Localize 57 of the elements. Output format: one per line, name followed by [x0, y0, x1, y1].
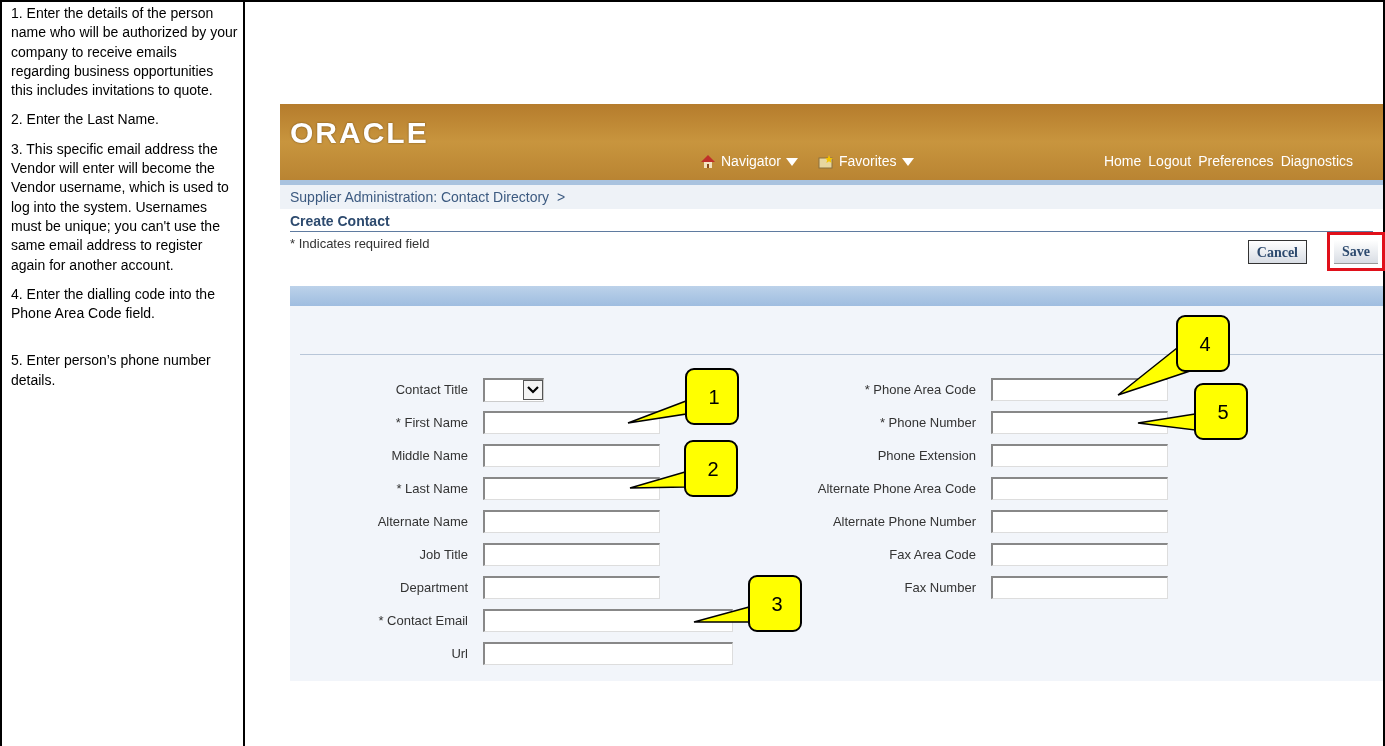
callout-number: 3	[771, 593, 783, 615]
input-field[interactable]	[483, 444, 660, 467]
input-field[interactable]	[991, 510, 1168, 533]
field-label: Alternate Phone Number	[831, 512, 977, 531]
page-title: Create Contact	[290, 212, 391, 231]
field-label: * Last Name	[395, 479, 469, 498]
form-button[interactable]: Cancel	[1247, 240, 1307, 264]
instruction-text: 5. Enter person’s phone number details.	[11, 351, 212, 390]
input-field[interactable]	[483, 642, 733, 665]
header-link[interactable]: Logout	[1148, 151, 1192, 172]
field-label: Job Title	[418, 545, 469, 564]
input-field[interactable]	[483, 543, 660, 566]
required-note: * Indicates required field	[290, 235, 430, 253]
field-label: Fax Area Code	[888, 545, 977, 564]
field-label: * Phone Area Code	[863, 380, 977, 399]
instruction-text: 2. Enter the Last Name.	[11, 110, 160, 130]
form-button[interactable]: Save	[1334, 240, 1378, 264]
caret-icon	[901, 157, 914, 166]
header-link[interactable]: Preferences	[1198, 151, 1274, 172]
input-field[interactable]	[991, 543, 1168, 566]
nav-menu[interactable]: Favorites	[817, 151, 914, 172]
instruction-text: 4. Enter the dialling code into the Phone Area Code field.	[11, 284, 216, 324]
input-field[interactable]	[483, 411, 660, 434]
field-label: * Phone Number	[878, 413, 977, 432]
field-label: Fax Number	[903, 578, 977, 597]
field-label: Phone Extension	[876, 446, 977, 465]
input-field[interactable]	[483, 576, 660, 599]
house-icon	[700, 154, 716, 169]
field-label: Contact Title	[394, 380, 469, 399]
callout-number: 1	[708, 386, 720, 408]
field-label: Url	[450, 644, 469, 663]
field-label: Alternate Name	[376, 512, 469, 531]
input-field[interactable]	[483, 510, 660, 533]
oracle-logo: ORACLE	[290, 115, 429, 151]
instruction-text: 1. Enter the details of the person name who will be authorized by your company to receive emails regarding business opportunities this includes invitations to quote.	[11, 4, 239, 101]
input-field[interactable]	[483, 477, 660, 500]
input-field[interactable]	[991, 411, 1168, 434]
dropdown-icon[interactable]	[523, 379, 543, 400]
callout-number: 2	[707, 458, 719, 480]
callout-number: 4	[1199, 333, 1211, 355]
header-link[interactable]: Diagnostics	[1280, 151, 1353, 172]
field-label: * First Name	[394, 413, 469, 432]
field-label: * Contact Email	[377, 611, 469, 630]
input-field[interactable]	[991, 378, 1168, 401]
instruction-text: 3. This specific email address the Vendor will enter will become the Vendor username, which is used to log into the system. Usernames must be unique; you can't use the same email address to register again for another account.	[11, 139, 230, 275]
header-link[interactable]: Home	[1103, 151, 1142, 172]
input-field[interactable]	[991, 444, 1168, 467]
field-label: Department	[399, 578, 469, 597]
input-field[interactable]	[991, 477, 1168, 500]
input-field[interactable]	[991, 576, 1168, 599]
nav-menu[interactable]: Navigator	[700, 151, 798, 172]
input-field[interactable]	[483, 609, 733, 632]
callout-number: 5	[1217, 401, 1229, 423]
caret-icon	[785, 157, 798, 166]
field-label: Alternate Phone Area Code	[816, 479, 977, 498]
field-label: Middle Name	[390, 446, 469, 465]
select-field[interactable]	[483, 377, 544, 402]
